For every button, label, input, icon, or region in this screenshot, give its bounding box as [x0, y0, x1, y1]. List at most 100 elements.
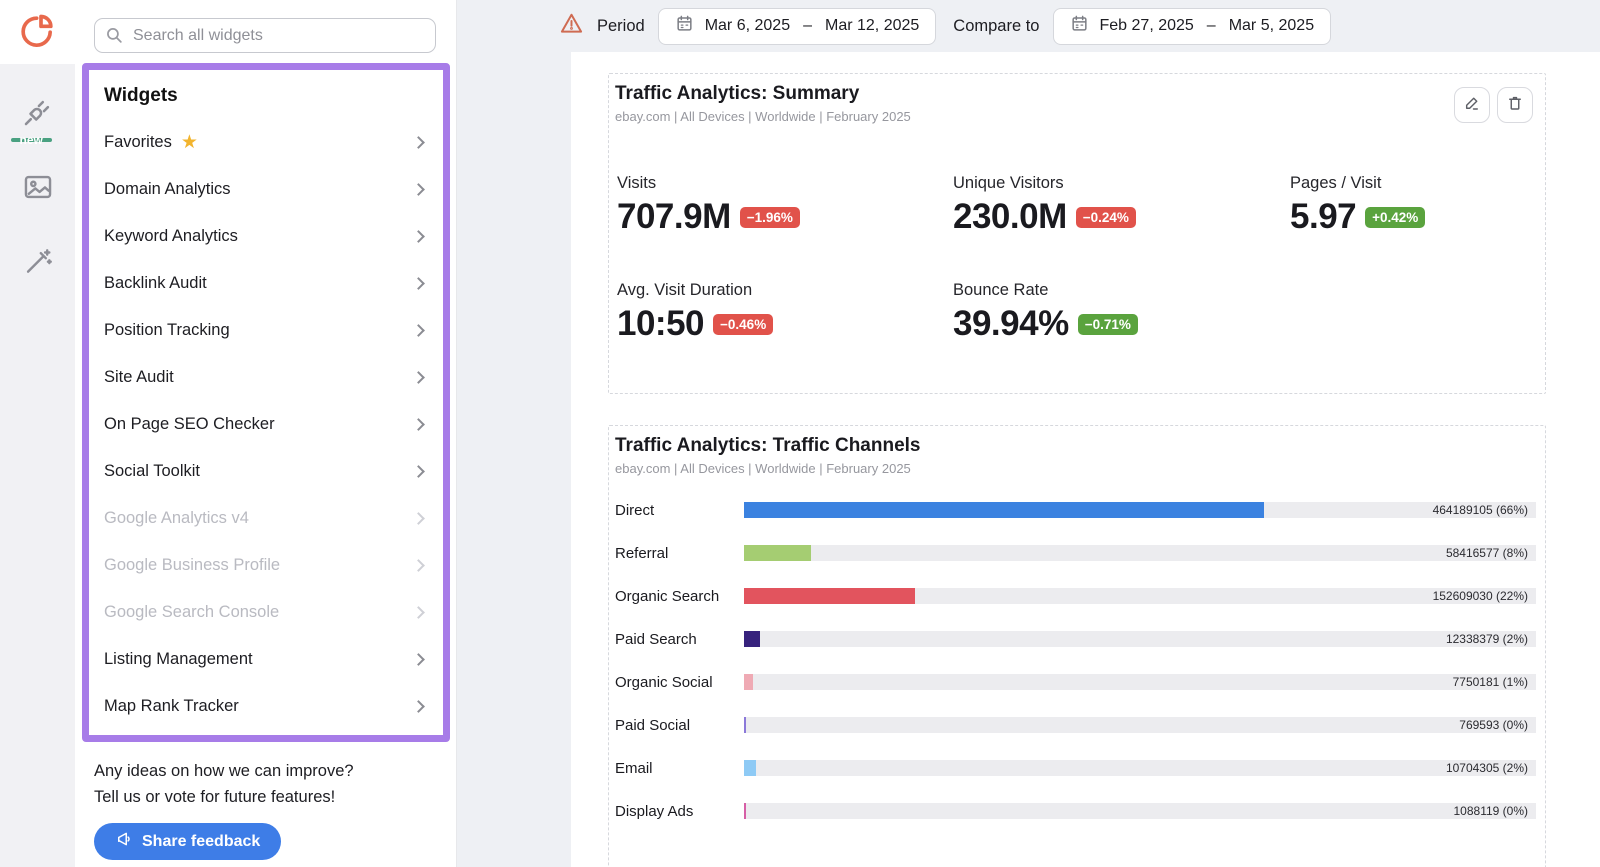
- metric-value: 10:50 −0.46%: [617, 304, 953, 344]
- change-badge: −0.46%: [713, 314, 774, 335]
- sidebar-item-label: Position Tracking: [104, 321, 230, 339]
- sidebar-item-label: Backlink Audit: [104, 274, 207, 292]
- channel-label: Email: [615, 759, 653, 777]
- channel-row-referral: Referral 58416577 (8%): [615, 544, 1536, 562]
- pencil-icon: [1463, 94, 1481, 117]
- feedback-line1: Any ideas on how we can improve?: [94, 762, 354, 780]
- metric-label: Bounce Rate: [953, 281, 1049, 299]
- channel-label: Display Ads: [615, 802, 694, 820]
- sidebar-item-domain-analytics[interactable]: Domain Analytics: [89, 166, 443, 213]
- chevron-right-icon: [412, 653, 425, 666]
- metric-value: 707.9M −1.96%: [617, 197, 953, 237]
- sidebar-item-social-toolkit[interactable]: Social Toolkit: [89, 448, 443, 495]
- sidebar-item-google-search-console: Google Search Console: [89, 589, 443, 636]
- plug-icon: [20, 100, 56, 134]
- sidebar-item-label: Domain Analytics: [104, 180, 231, 198]
- bar-value-label: 7750181 (1%): [1452, 675, 1528, 689]
- metric-label: Unique Visitors: [953, 174, 1064, 192]
- rail-body: new: [0, 64, 75, 867]
- compare-date-picker[interactable]: Feb 27, 2025 – Mar 5, 2025: [1052, 7, 1332, 45]
- sidebar-item-label: Google Search Console: [104, 603, 280, 621]
- sidebar-item-label: On Page SEO Checker: [104, 415, 275, 433]
- metric-value: 5.97 +0.42%: [1290, 197, 1537, 237]
- chevron-right-icon: [412, 418, 425, 431]
- channel-label: Referral: [615, 544, 669, 562]
- sidebar-item-keyword-analytics[interactable]: Keyword Analytics: [89, 213, 443, 260]
- megaphone-icon: [115, 830, 133, 853]
- chevron-right-icon: [412, 277, 425, 290]
- app-logo[interactable]: [0, 0, 75, 64]
- bar-organic-search: [744, 588, 916, 604]
- sidebar-item-listing-management[interactable]: Listing Management: [89, 636, 443, 683]
- metric-label: Avg. Visit Duration: [617, 281, 753, 299]
- sidebar-item-label: Social Toolkit: [104, 462, 200, 480]
- chevron-right-icon: [412, 183, 425, 196]
- metric-value: 230.0M −0.24%: [953, 197, 1290, 237]
- channel-label: Paid Search: [615, 630, 697, 648]
- search-input[interactable]: [94, 18, 436, 53]
- sidebar-item-label: Google Analytics v4: [104, 509, 249, 527]
- calendar-icon: [1070, 14, 1089, 38]
- search-field-wrap: [94, 18, 436, 53]
- sidebar-item-google-analytics-v4: Google Analytics v4: [89, 495, 443, 542]
- range-separator: –: [1206, 17, 1216, 34]
- bar-track: 152609030 (22%): [744, 588, 1536, 604]
- bar-track: 58416577 (8%): [744, 545, 1536, 561]
- delete-widget-button[interactable]: [1497, 87, 1533, 123]
- sidebar-item-map-rank-tracker[interactable]: Map Rank Tracker: [89, 683, 443, 730]
- change-badge: +0.42%: [1365, 207, 1426, 228]
- feedback-section: Any ideas on how we can improve? Tell us…: [75, 742, 456, 860]
- integrations-plug-button[interactable]: new: [10, 94, 56, 146]
- compare-end-date: Mar 5, 2025: [1228, 17, 1315, 34]
- bar-direct: [744, 502, 1265, 518]
- chevron-right-icon: [412, 512, 425, 525]
- metric-label: Visits: [617, 174, 657, 192]
- channel-row-paid-search: Paid Search 12338379 (2%): [615, 630, 1536, 648]
- period-end-date: Mar 12, 2025: [825, 17, 920, 34]
- share-feedback-button[interactable]: Share feedback: [94, 823, 282, 860]
- wand-icon: [21, 249, 55, 282]
- media-images-button[interactable]: [21, 170, 55, 204]
- change-badge: −0.24%: [1075, 207, 1136, 228]
- range-separator: –: [803, 17, 812, 34]
- feedback-line2: Tell us or vote for future features!: [94, 788, 336, 806]
- bar-value-label: 464189105 (66%): [1432, 503, 1528, 517]
- sidebar-item-backlink-audit[interactable]: Backlink Audit: [89, 260, 443, 307]
- channel-row-display-ads: Display Ads 1088119 (0%): [615, 802, 1536, 820]
- sidebar-item-position-tracking[interactable]: Position Tracking: [89, 307, 443, 354]
- widget-actions: [1454, 83, 1537, 123]
- bar-track: 7750181 (1%): [744, 674, 1536, 690]
- change-badge: −0.71%: [1077, 314, 1138, 335]
- sidebar-item-label: Google Business Profile: [104, 556, 281, 574]
- bar-value-label: 58416577 (8%): [1445, 546, 1528, 560]
- magic-tools-button[interactable]: [21, 244, 55, 278]
- sidebar-item-site-audit[interactable]: Site Audit: [89, 354, 443, 401]
- share-feedback-label: Share feedback: [142, 832, 261, 850]
- channel-label: Paid Social: [615, 716, 691, 734]
- compare-to-label: Compare to: [953, 16, 1040, 35]
- bar-value-label: 10704305 (2%): [1445, 761, 1528, 775]
- widget-subtitle: ebay.com | All Devices | Worldwide | Feb…: [615, 109, 911, 124]
- warning-icon: [559, 11, 584, 41]
- channel-label: Organic Social: [615, 673, 713, 691]
- sidebar-item-favorites[interactable]: Favorites ★: [89, 119, 443, 166]
- chevron-right-icon: [412, 606, 425, 619]
- period-date-picker[interactable]: Mar 6, 2025 – Mar 12, 2025: [657, 7, 937, 45]
- channels-bar-chart: Direct 464189105 (66%) Referral 58416577…: [615, 502, 1537, 820]
- bar-track: 12338379 (2%): [744, 631, 1536, 647]
- compare-start-date: Feb 27, 2025: [1099, 17, 1194, 34]
- bar-value-label: 12338379 (2%): [1445, 632, 1528, 646]
- traffic-channels-widget: Traffic Analytics: Traffic Channels ebay…: [608, 425, 1546, 867]
- new-badge: new: [10, 134, 52, 146]
- sidebar-item-label: Map Rank Tracker: [104, 697, 239, 715]
- sidebar-item-on-page-seo-checker[interactable]: On Page SEO Checker: [89, 401, 443, 448]
- metric-avg-visit-duration: Avg. Visit Duration 10:50 −0.46%: [617, 281, 953, 344]
- sidebar-item-google-business-profile: Google Business Profile: [89, 542, 443, 589]
- sidebar-item-label: Favorites: [104, 133, 172, 151]
- edit-widget-button[interactable]: [1454, 87, 1490, 123]
- metric-value: 39.94% −0.71%: [953, 304, 1290, 344]
- bar-email: [744, 760, 756, 776]
- channel-row-paid-social: Paid Social 769593 (0%): [615, 716, 1536, 734]
- metric-visits: Visits 707.9M −1.96%: [617, 174, 953, 237]
- icon-rail: new: [0, 0, 75, 867]
